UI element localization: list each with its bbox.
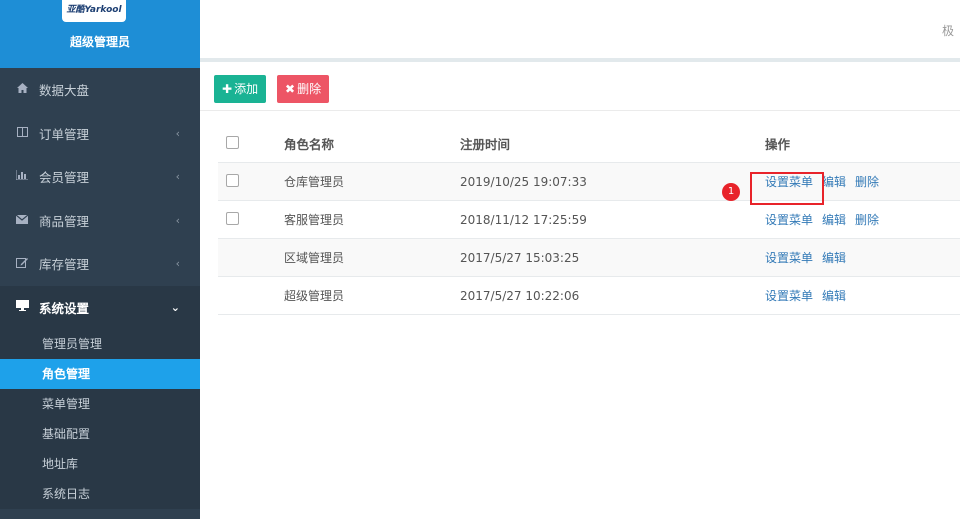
delete-link[interactable]: 删除	[855, 213, 879, 227]
edit-link[interactable]: 编辑	[822, 175, 846, 189]
sidebar-item-system-settings[interactable]: 系统设置 ⌄	[0, 285, 200, 329]
sidebar-item-label: 订单管理	[39, 126, 90, 142]
edit-link[interactable]: 编辑	[822, 289, 846, 303]
table-row: 客服管理员 2018/11/12 17:25:59 设置菜单 编辑 删除	[218, 200, 960, 239]
brand-header: 亚酷Yarkool 超级管理员	[0, 0, 200, 68]
edit-link[interactable]: 编辑	[822, 213, 846, 227]
delete-button[interactable]: ✖ 删除	[277, 75, 330, 103]
row-checkbox-cell	[218, 238, 283, 277]
sidebar-subitem-system-log[interactable]: 系统日志	[0, 479, 200, 509]
row-checkbox-cell	[218, 276, 283, 315]
role-name: 仓库管理员	[283, 162, 459, 201]
role-name: 区域管理员	[283, 238, 459, 277]
user-role-title: 超级管理员	[69, 35, 130, 49]
table-row: 仓库管理员 2019/10/25 19:07:33 1 设置菜单 编辑 删除	[218, 162, 960, 205]
sidebar: 亚酷Yarkool 超级管理员 数据大盘 订单管理 ‹ 会员管理 ‹ 商品管理 …	[0, 0, 200, 519]
sidebar-item-members[interactable]: 会员管理 ‹	[0, 155, 200, 199]
column-header-ops: 操作	[764, 125, 960, 163]
table-row: 超级管理员 2017/5/27 10:22:06 设置菜单 编辑	[218, 276, 960, 315]
sidebar-subitem-menu-management[interactable]: 菜单管理	[0, 389, 200, 419]
chevron-down-icon: ⌄	[170, 300, 180, 314]
envelope-icon	[15, 214, 29, 227]
main-content: ✚ 添加 ✖ 删除 角色名称 注册时间 操作 仓库管理员 2019/10/25 19…	[200, 62, 960, 519]
sidebar-item-label: 数据大盘	[39, 83, 90, 99]
edit-icon	[15, 257, 29, 271]
set-menu-link[interactable]: 设置菜单	[765, 289, 813, 303]
times-icon: ✖	[285, 82, 296, 96]
top-bar: 极	[200, 0, 960, 62]
sidebar-subitem-address-library[interactable]: 地址库	[0, 449, 200, 479]
chevron-left-icon: ‹	[175, 257, 180, 271]
sidebar-item-dashboard[interactable]: 数据大盘	[0, 68, 200, 112]
sidebar-item-label: 库存管理	[39, 257, 90, 273]
roles-table: 角色名称 注册时间 操作 仓库管理员 2019/10/25 19:07:33 1…	[218, 125, 960, 315]
add-button[interactable]: ✚ 添加	[214, 75, 267, 103]
row-actions: 设置菜单 编辑	[764, 276, 960, 315]
sidebar-item-products[interactable]: 商品管理 ‹	[0, 199, 200, 243]
add-button-label: 添加	[234, 82, 259, 96]
edit-link[interactable]: 编辑	[822, 251, 846, 265]
plus-icon: ✚	[222, 82, 233, 96]
delete-link[interactable]: 删除	[855, 175, 879, 189]
row-checkbox-cell	[218, 200, 283, 239]
columns-icon	[15, 126, 29, 140]
row-checkbox[interactable]	[226, 211, 239, 225]
row-checkbox[interactable]	[226, 173, 239, 187]
register-time: 2019/10/25 19:07:33	[459, 162, 764, 201]
sidebar-menu: 数据大盘 订单管理 ‹ 会员管理 ‹ 商品管理 ‹ 库存管理 ‹ 系统设置 ⌄ …	[0, 68, 200, 509]
set-menu-link[interactable]: 设置菜单	[765, 251, 813, 265]
sidebar-item-inventory[interactable]: 库存管理 ‹	[0, 242, 200, 286]
sidebar-subitem-admin-management[interactable]: 管理员管理	[0, 329, 200, 359]
desktop-icon	[15, 300, 29, 314]
row-actions: 设置菜单 编辑 删除	[764, 200, 960, 239]
table-row: 区域管理员 2017/5/27 15:03:25 设置菜单 编辑	[218, 238, 960, 277]
system-settings-submenu: 管理员管理 角色管理 菜单管理 基础配置 地址库 系统日志	[0, 329, 200, 509]
delete-button-label: 删除	[297, 82, 322, 96]
column-header-name[interactable]: 角色名称	[283, 125, 459, 163]
chevron-left-icon: ‹	[175, 170, 180, 184]
set-menu-link[interactable]: 设置菜单	[765, 213, 813, 227]
role-name: 超级管理员	[283, 276, 459, 315]
top-right-text[interactable]: 极	[942, 22, 960, 39]
sidebar-item-orders[interactable]: 订单管理 ‹	[0, 112, 200, 156]
chevron-left-icon: ‹	[175, 126, 180, 140]
select-all-checkbox[interactable]	[226, 135, 239, 149]
sidebar-item-label: 商品管理	[39, 213, 90, 229]
bar-chart-icon	[15, 170, 29, 183]
row-actions: 设置菜单 编辑	[764, 238, 960, 277]
register-time: 2017/5/27 10:22:06	[459, 276, 764, 315]
select-all-header	[218, 125, 283, 163]
set-menu-link[interactable]: 设置菜单	[765, 175, 813, 189]
brand-logo: 亚酷Yarkool	[62, 0, 126, 22]
toolbar: ✚ 添加 ✖ 删除	[200, 62, 960, 111]
sidebar-subitem-basic-config[interactable]: 基础配置	[0, 419, 200, 449]
column-header-time[interactable]: 注册时间	[459, 125, 764, 163]
home-icon	[15, 83, 29, 96]
register-time: 2018/11/12 17:25:59	[459, 200, 764, 239]
step-badge: 1	[722, 183, 740, 201]
sidebar-subitem-role-management[interactable]: 角色管理	[0, 359, 200, 389]
register-time: 2017/5/27 15:03:25	[459, 238, 764, 277]
sidebar-item-label: 系统设置	[39, 300, 90, 316]
sidebar-item-label: 会员管理	[39, 170, 90, 186]
role-name: 客服管理员	[283, 200, 459, 239]
table-header-row: 角色名称 注册时间 操作	[218, 125, 960, 163]
row-checkbox-cell	[218, 162, 283, 201]
row-actions: 1 设置菜单 编辑 删除	[722, 162, 960, 205]
chevron-left-icon: ‹	[175, 213, 180, 227]
